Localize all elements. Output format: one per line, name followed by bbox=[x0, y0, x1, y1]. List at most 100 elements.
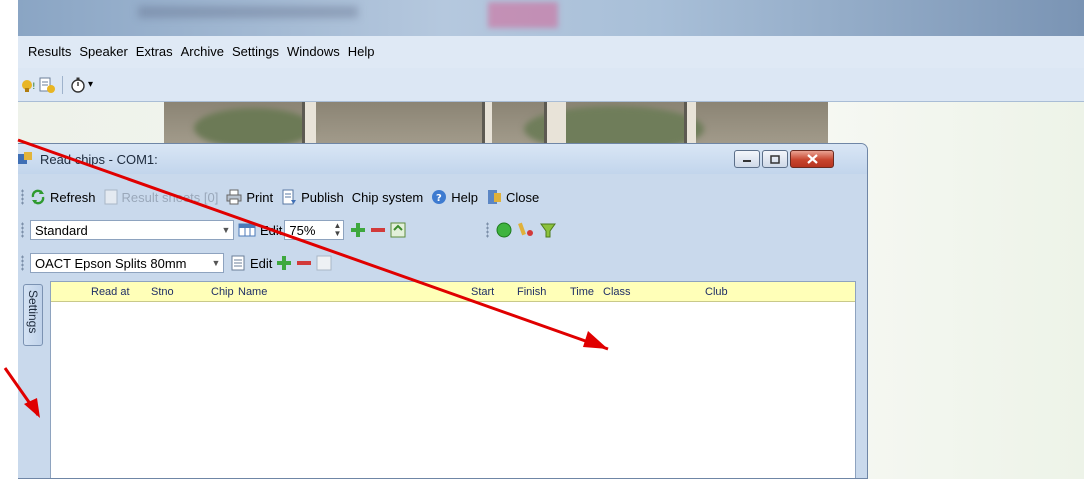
chip-reader-icon bbox=[18, 151, 34, 167]
column-read-at[interactable]: Read at bbox=[91, 286, 130, 298]
layout-select[interactable]: Standard ▼ bbox=[30, 220, 234, 240]
column-finish[interactable]: Finish bbox=[517, 286, 546, 298]
app-title-bar bbox=[18, 0, 1084, 36]
save-layout-button[interactable] bbox=[390, 222, 406, 238]
chip-system-label: Chip system bbox=[351, 189, 424, 205]
plus-icon bbox=[277, 256, 292, 270]
menu-windows[interactable]: Windows bbox=[283, 36, 344, 68]
edit-layout-label: Edit bbox=[260, 222, 283, 238]
publish-label: Publish bbox=[301, 189, 344, 205]
column-class[interactable]: Class bbox=[603, 286, 631, 298]
edit-chip-system-label: Edit bbox=[250, 255, 273, 271]
publish-icon bbox=[282, 189, 297, 205]
menu-results[interactable]: Results bbox=[20, 36, 75, 68]
edit-chip-system-button[interactable]: Edit bbox=[230, 255, 272, 271]
zoom-value: 75% bbox=[289, 222, 316, 238]
read-chips-title-bar[interactable]: Read chips - COM1: bbox=[18, 144, 867, 174]
stopwatch-dropdown-arrow[interactable]: ▾ bbox=[88, 79, 93, 90]
read-chips-toolbar: Refresh Result sheets [0] Print Publish … bbox=[18, 184, 867, 210]
printer-icon bbox=[226, 189, 242, 205]
minimize-button[interactable] bbox=[734, 150, 760, 168]
zoom-stepper[interactable]: 75% ▲ ▼ bbox=[284, 220, 345, 240]
read-chips-title: Read chips - COM1: bbox=[40, 152, 158, 167]
edit-layout-button[interactable]: Edit bbox=[238, 222, 282, 238]
menu-archive[interactable]: Archive bbox=[177, 36, 228, 68]
toolbar-grip[interactable] bbox=[486, 222, 490, 238]
minus-icon bbox=[297, 261, 312, 265]
document-results-icon[interactable] bbox=[38, 76, 56, 94]
column-start[interactable]: Start bbox=[471, 286, 494, 298]
toolbar-separator bbox=[62, 75, 63, 94]
help-button[interactable]: ? Help bbox=[431, 189, 478, 205]
list-edit-icon bbox=[231, 255, 245, 271]
column-chip[interactable]: Chip bbox=[211, 286, 234, 298]
result-sheets-button[interactable]: Result sheets [0] bbox=[104, 189, 219, 205]
spin-arrows-icon[interactable]: ▲ ▼ bbox=[333, 222, 341, 238]
help-icon: ? bbox=[432, 190, 447, 204]
chip-system-toolbar: OACT Epson Splits 80mm ▼ Edit bbox=[18, 248, 867, 278]
result-sheets-label: Result sheets [0] bbox=[121, 189, 219, 205]
toolbar-grip[interactable] bbox=[21, 222, 24, 238]
column-name[interactable]: Name bbox=[238, 286, 267, 298]
maximize-button[interactable] bbox=[762, 150, 788, 168]
column-time[interactable]: Time bbox=[570, 286, 594, 298]
menu-bar: Results Speaker Extras Archive Settings … bbox=[18, 36, 1084, 68]
trophy-results-icon[interactable]: ! bbox=[20, 76, 38, 94]
sheet-disabled-icon bbox=[316, 255, 332, 271]
exit-door-icon bbox=[488, 190, 502, 204]
column-club[interactable]: Club bbox=[705, 286, 728, 298]
toolbar-grip[interactable] bbox=[21, 189, 24, 205]
svg-text:!: ! bbox=[32, 82, 36, 92]
result-sheets-icon bbox=[104, 189, 118, 205]
remove-layout-button[interactable] bbox=[370, 222, 386, 238]
print-label: Print bbox=[246, 189, 274, 205]
sheet-refresh-icon bbox=[390, 222, 406, 238]
chip-system-value: OACT Epson Splits 80mm bbox=[35, 255, 187, 271]
chip-tool-button[interactable] bbox=[517, 221, 535, 239]
toolbar-grip[interactable] bbox=[21, 255, 24, 271]
refresh-label: Refresh bbox=[50, 189, 96, 205]
funnel-icon bbox=[540, 223, 557, 238]
table-edit-icon bbox=[238, 223, 256, 237]
blurred-title-area bbox=[138, 6, 358, 18]
app-toolbar: ! ▾ bbox=[18, 68, 1084, 102]
chevron-down-icon: ▼ bbox=[221, 225, 231, 235]
read-chips-window: Read chips - COM1: Refresh Result sheets… bbox=[18, 143, 868, 479]
stopwatch-icon[interactable] bbox=[69, 76, 87, 94]
save-chip-system-button[interactable] bbox=[316, 255, 332, 271]
chip-reads-grid[interactable]: Read at Stno Chip Name Start Finish Time… bbox=[50, 281, 856, 478]
layout-select-value: Standard bbox=[35, 222, 88, 238]
close-button[interactable]: Close bbox=[486, 189, 539, 205]
remove-chip-system-button[interactable] bbox=[296, 255, 312, 271]
refresh-icon bbox=[31, 189, 45, 205]
close-label: Close bbox=[506, 189, 540, 205]
menu-extras[interactable]: Extras bbox=[132, 36, 177, 68]
menu-help[interactable]: Help bbox=[344, 36, 379, 68]
settings-tab-label: Settings bbox=[26, 290, 40, 334]
green-circle-icon bbox=[496, 222, 512, 238]
refresh-button[interactable]: Refresh bbox=[30, 189, 96, 205]
column-stno[interactable]: Stno bbox=[151, 286, 174, 298]
close-window-button[interactable] bbox=[790, 150, 834, 168]
close-icon bbox=[806, 154, 818, 164]
wand-icon bbox=[518, 222, 534, 236]
filter-button[interactable] bbox=[539, 221, 557, 239]
minimize-icon bbox=[743, 160, 751, 162]
menu-speaker[interactable]: Speaker bbox=[75, 36, 131, 68]
add-layout-button[interactable] bbox=[350, 222, 366, 238]
chip-system-select[interactable]: OACT Epson Splits 80mm ▼ bbox=[30, 253, 224, 273]
add-chip-system-button[interactable] bbox=[276, 255, 292, 271]
blurred-badge-area bbox=[488, 2, 558, 28]
grid-header: Read at Stno Chip Name Start Finish Time… bbox=[51, 282, 855, 302]
settings-side-tab[interactable]: Settings bbox=[23, 284, 43, 346]
menu-settings[interactable]: Settings bbox=[228, 36, 283, 68]
chevron-down-icon: ▼ bbox=[211, 258, 221, 268]
chip-system-button[interactable]: Chip system bbox=[352, 190, 424, 205]
publish-button[interactable]: Publish bbox=[281, 189, 344, 205]
print-button[interactable]: Print bbox=[226, 189, 273, 205]
layout-toolbar: Standard ▼ Edit 75% ▲ ▼ bbox=[18, 216, 867, 244]
maximize-icon bbox=[770, 154, 780, 164]
help-label: Help bbox=[451, 189, 479, 205]
minus-icon bbox=[371, 228, 386, 232]
start-reading-button[interactable] bbox=[495, 221, 513, 239]
